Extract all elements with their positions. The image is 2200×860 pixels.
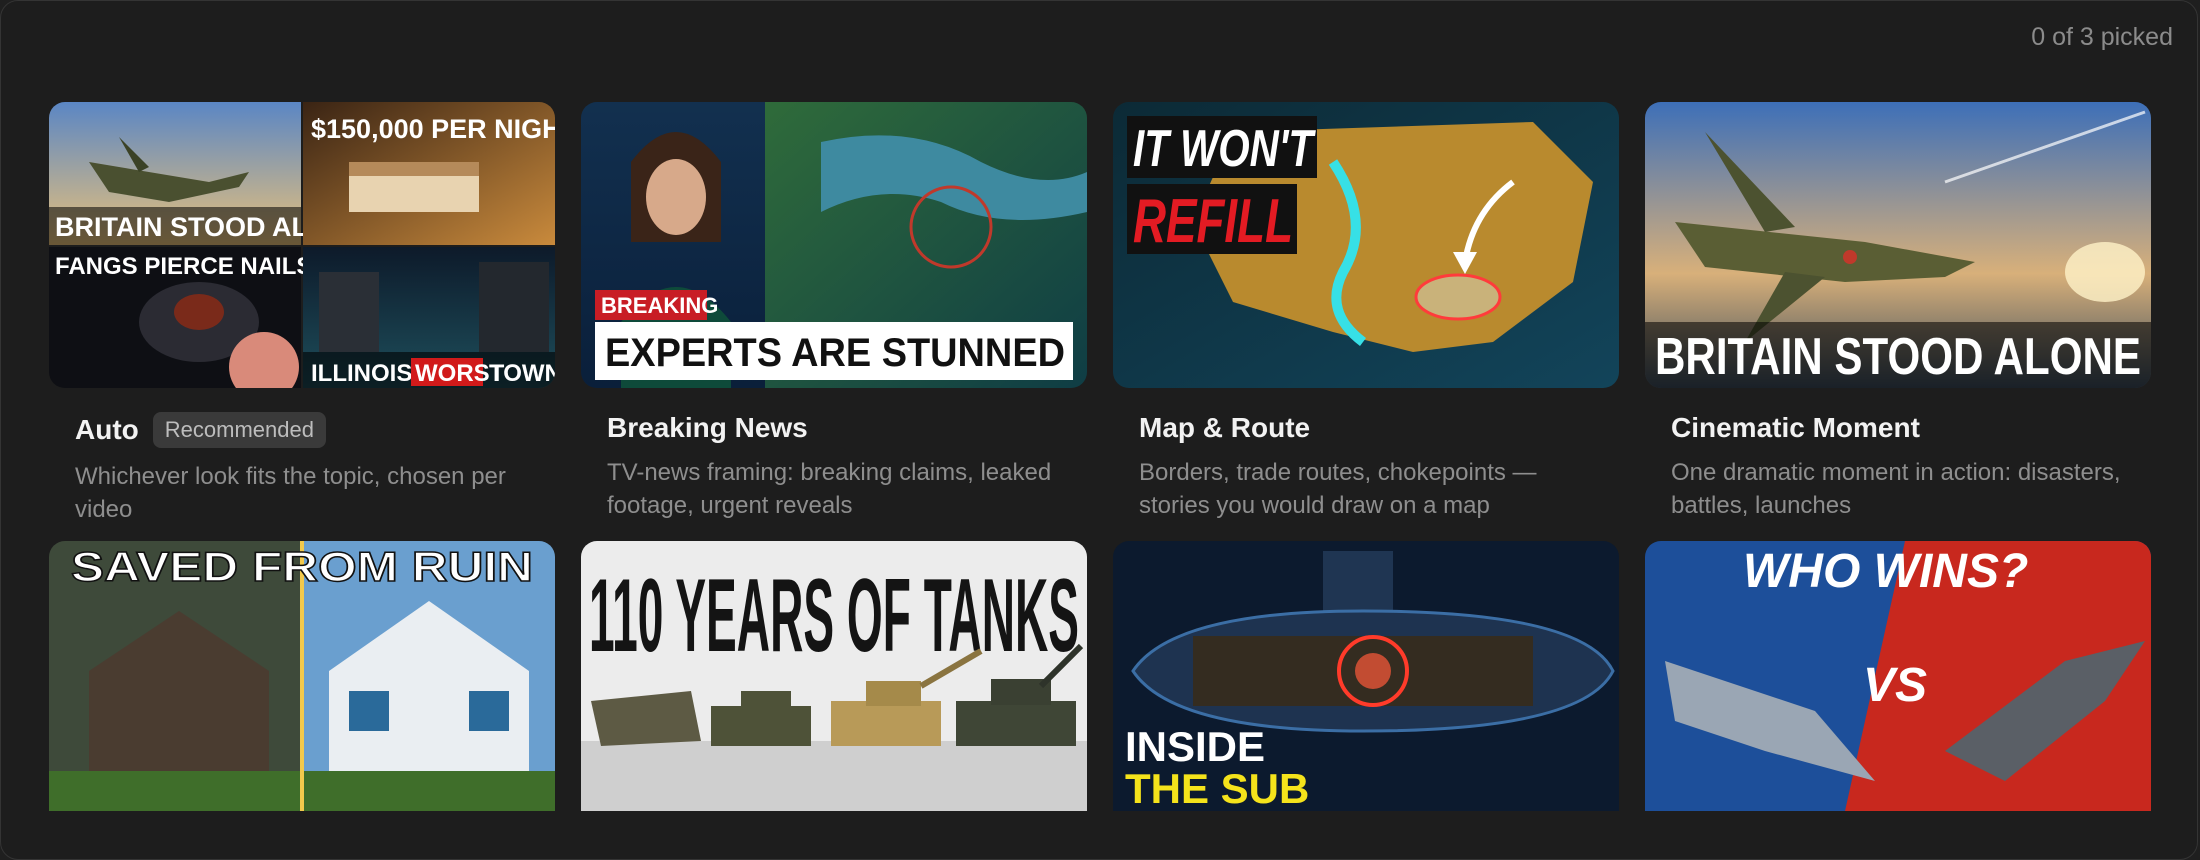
thumbnail-artwork: INSIDE THE SUB	[1113, 541, 1619, 811]
thumb-text-1-0: BREAKING	[601, 293, 718, 318]
style-description: Whichever look fits the topic, chosen pe…	[75, 463, 506, 523]
thumbnail-artwork: BRITAIN STOOD ALONE $150,000 PER NIGHT F…	[49, 102, 555, 388]
thumbnail-who-wins: WHO WINS? VS	[1645, 541, 2151, 811]
style-title: Breaking News	[607, 412, 808, 443]
thumbnail-breaking-news: BREAKING EXPERTS ARE STUNNED	[581, 102, 1087, 388]
thumb-text-0-3: ILLINOIS'	[311, 360, 418, 387]
thumbnail-artwork: 110 YEARS OF TANKS	[581, 541, 1087, 811]
thumbnail-map-route: IT WON'T REFILL	[1113, 102, 1619, 388]
style-card-breaking-news[interactable]: BREAKING EXPERTS ARE STUNNED Breaking Ne…	[581, 102, 1087, 541]
style-description: TV-news framing: breaking claims, leaked…	[607, 459, 1052, 519]
thumb-text-6-1: THE SUB	[1125, 765, 1309, 811]
style-title: Cinematic Moment	[1671, 412, 1920, 443]
style-grid: BRITAIN STOOD ALONE $150,000 PER NIGHT F…	[49, 102, 2151, 811]
thumbnail-artwork: BRITAIN STOOD ALONE	[1645, 102, 2151, 388]
thumb-text-7-1: VS	[1863, 659, 1927, 712]
style-title: Map & Route	[1139, 412, 1311, 443]
thumb-text-7-0: WHO WINS?	[1743, 545, 2028, 598]
thumbnail-auto-collage: BRITAIN STOOD ALONE $150,000 PER NIGHT F…	[49, 102, 555, 388]
style-card-evolution[interactable]: 110 YEARS OF TANKS	[581, 541, 1087, 811]
thumb-text-6-0: INSIDE	[1125, 723, 1265, 770]
thumb-text-1-1: EXPERTS ARE STUNNED	[605, 331, 1065, 375]
style-picker-panel: 0 of 3 picked BRITAIN STOOD ALONE $150,0…	[0, 0, 2198, 860]
style-card-auto[interactable]: BRITAIN STOOD ALONE $150,000 PER NIGHT F…	[49, 102, 555, 541]
style-card-cinematic-moment[interactable]: BRITAIN STOOD ALONE Cinematic Moment One…	[1645, 102, 2151, 541]
thumbnail-saved-from-ruin: SAVED FROM RUIN	[49, 541, 555, 811]
thumbnail-110-years-of-tanks: 110 YEARS OF TANKS	[581, 541, 1087, 811]
picked-counter: 0 of 3 picked	[2031, 23, 2173, 51]
thumb-text-0-2: FANGS PIERCE NAILS	[55, 253, 312, 280]
thumb-text-5-0: 110 YEARS OF TANKS	[589, 558, 1079, 674]
thumb-text-3-0: BRITAIN STOOD ALONE	[1655, 328, 2141, 386]
recommended-badge: Recommended	[152, 412, 326, 448]
thumbnail-cinematic-moment: BRITAIN STOOD ALONE	[1645, 102, 2151, 388]
style-card-transformation[interactable]: SAVED FROM RUIN	[49, 541, 555, 811]
style-description: One dramatic moment in action: disasters…	[1671, 459, 2121, 519]
style-card-versus[interactable]: WHO WINS? VS	[1645, 541, 2151, 811]
thumb-text-2-0: IT WON'T	[1133, 120, 1316, 178]
thumb-text-4-0: SAVED FROM RUIN	[71, 543, 533, 590]
style-title: Auto	[75, 414, 139, 445]
style-description: Borders, trade routes, chokepoints — sto…	[1139, 459, 1537, 519]
thumbnail-artwork: SAVED FROM RUIN	[49, 541, 555, 811]
thumb-text-2-1: REFILL	[1133, 187, 1293, 256]
style-card-map-route[interactable]: IT WON'T REFILL Map & Route Borders, tra…	[1113, 102, 1619, 541]
thumbnail-artwork: WHO WINS? VS	[1645, 541, 2151, 811]
thumbnail-artwork: BREAKING EXPERTS ARE STUNNED	[581, 102, 1087, 388]
thumb-text-0-1: $150,000 PER NIGHT	[311, 114, 555, 144]
thumb-text-0-5: TOWNS	[489, 360, 555, 387]
style-card-cutaway[interactable]: INSIDE THE SUB	[1113, 541, 1619, 811]
thumbnail-inside-the-sub: INSIDE THE SUB	[1113, 541, 1619, 811]
thumbnail-artwork: IT WON'T REFILL	[1113, 102, 1619, 388]
